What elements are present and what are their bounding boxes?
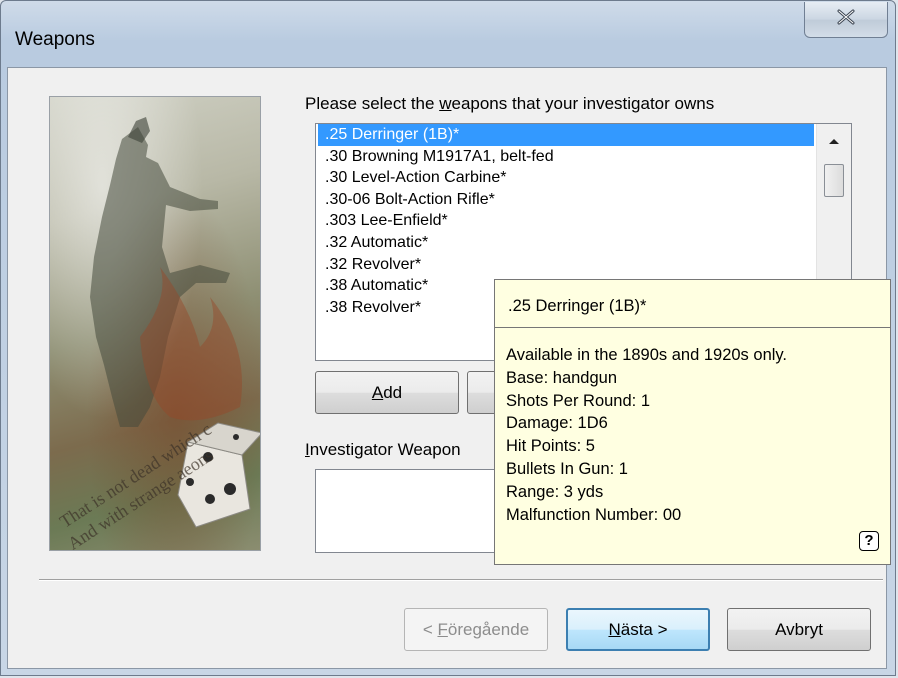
previous-accelerator: F: [437, 619, 448, 639]
tooltip-line: Base: handgun: [506, 368, 618, 387]
separator: [39, 579, 883, 581]
weapon-list-item[interactable]: .25 Derringer (1B)*: [318, 124, 814, 146]
weapon-list-item[interactable]: .30 Level-Action Carbine*: [318, 167, 814, 189]
next-label: ästa >: [620, 619, 668, 639]
scroll-thumb[interactable]: [824, 164, 844, 197]
tooltip-line: Range: 3 yds: [506, 482, 604, 501]
investigator-weapons-label-text: nvestigator Weapon: [309, 440, 461, 459]
tooltip-line: Available in the 1890s and 1920s only.: [506, 346, 788, 364]
tooltip-title: .25 Derringer (1B)*: [508, 297, 647, 315]
add-button[interactable]: Add: [315, 371, 459, 414]
weapon-list-item[interactable]: .32 Revolver*: [318, 254, 814, 276]
tooltip-line: Hit Points: 5: [506, 437, 595, 456]
title-bar: Weapons: [1, 1, 895, 67]
tooltip-divider: [495, 327, 890, 328]
previous-prefix: <: [422, 619, 433, 639]
chevron-up-icon[interactable]: [825, 134, 843, 148]
add-label: dd: [383, 382, 403, 402]
weapon-info-tooltip: .25 Derringer (1B)* Available in the 189…: [494, 279, 891, 565]
close-icon: [835, 8, 857, 31]
next-button[interactable]: Nästa >: [566, 608, 710, 651]
tooltip-body: Available in the 1890s and 1920s only. B…: [506, 344, 787, 526]
weapon-list-item[interactable]: .303 Lee-Enfield*: [318, 210, 814, 232]
weapon-list-item[interactable]: .32 Automatic*: [318, 232, 814, 254]
add-accelerator: A: [371, 382, 384, 402]
weapon-list-item[interactable]: .30 Browning M1917A1, belt-fed: [318, 146, 814, 168]
tooltip-line: Bullets In Gun: 1: [506, 459, 628, 478]
help-icon[interactable]: ?: [859, 531, 879, 551]
previous-button[interactable]: < Föregående: [404, 608, 548, 651]
prompt-text-after: eapons that your investigator owns: [451, 94, 715, 113]
tooltip-line: Damage: 1D6: [506, 414, 608, 433]
cancel-button[interactable]: Avbryt: [727, 608, 871, 651]
tooltip-line: Shots Per Round: 1: [506, 391, 651, 410]
dialog-window: Weapons That is not dead which c And wit…: [0, 0, 896, 676]
window-title: Weapons: [15, 29, 95, 50]
weapons-prompt-label: Please select the weapons that your inve…: [305, 94, 714, 114]
weapon-list-item[interactable]: .30-06 Bolt-Action Rifle*: [318, 189, 814, 211]
prompt-accelerator: w: [439, 94, 452, 113]
investigator-weapons-listbox[interactable]: [315, 469, 505, 553]
next-accelerator: N: [608, 619, 621, 639]
tooltip-line: Malfunction Number: 00: [506, 505, 682, 524]
artwork-image: That is not dead which c And with strang…: [49, 96, 261, 551]
investigator-weapons-label: Investigator Weapon: [305, 440, 461, 460]
prompt-text-before: Please select the: [305, 94, 440, 113]
previous-label: öregående: [447, 619, 530, 639]
close-button[interactable]: [804, 2, 888, 38]
